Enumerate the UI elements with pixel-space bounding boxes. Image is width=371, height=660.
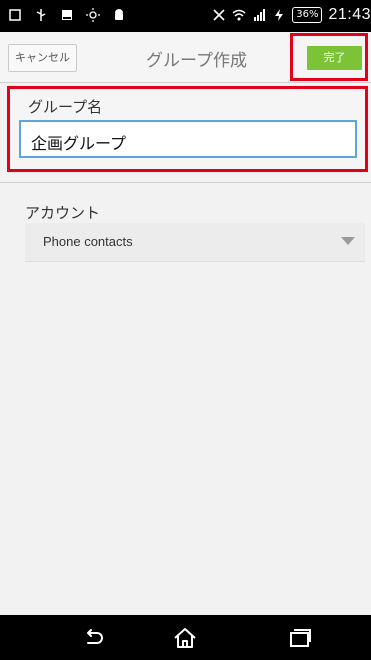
page-title: グループ作成	[146, 51, 247, 71]
wifi-icon	[232, 9, 246, 21]
account-label: アカウント	[25, 204, 101, 222]
square-notification-icon	[9, 9, 21, 21]
mute-icon	[213, 9, 225, 21]
account-select[interactable]: Phone contacts	[25, 223, 365, 262]
clock: 21:43	[328, 6, 371, 23]
status-bar-left	[8, 8, 126, 22]
group-name-value: 企画グループ	[31, 134, 127, 153]
home-icon[interactable]	[172, 625, 198, 651]
account-value: Phone contacts	[43, 234, 133, 249]
battery-indicator: 36%	[292, 7, 323, 23]
cancel-button[interactable]: キャンセル	[8, 44, 77, 72]
done-button-highlight: 完了	[290, 33, 368, 81]
navigation-bar	[0, 615, 371, 660]
charging-icon	[275, 9, 284, 21]
android-icon	[115, 9, 123, 20]
recent-apps-icon[interactable]	[287, 625, 313, 651]
group-name-label: グループ名	[28, 98, 103, 116]
done-button[interactable]: 完了	[307, 46, 362, 70]
back-icon[interactable]	[80, 625, 106, 651]
sun-icon	[86, 8, 100, 22]
usb-icon	[36, 9, 46, 21]
dropdown-arrow-icon	[341, 237, 355, 245]
status-bar-right: 36% 21:43	[212, 6, 371, 24]
status-bar: 36% 21:43	[0, 0, 371, 32]
image-icon	[62, 10, 72, 20]
group-name-section: グループ名 企画グループ	[7, 86, 368, 172]
divider	[0, 182, 371, 183]
group-name-field[interactable]: 企画グループ	[19, 120, 357, 158]
signal-4g-icon	[254, 9, 266, 21]
